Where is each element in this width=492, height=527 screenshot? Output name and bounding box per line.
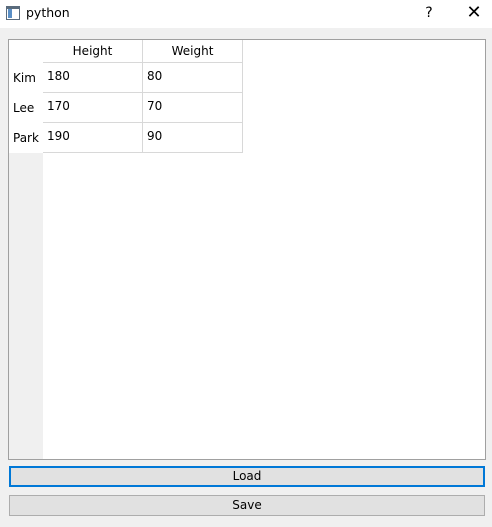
row-header-kim[interactable]: Kim <box>9 63 43 93</box>
save-button[interactable]: Save <box>9 495 485 516</box>
window-title: python <box>26 5 70 20</box>
close-button[interactable]: ✕ <box>462 3 486 23</box>
table-cell[interactable]: 170 <box>43 93 143 123</box>
title-bar: python ? ✕ <box>0 0 492 28</box>
table-widget[interactable]: Height Weight Kim Lee Park 180 80 170 70… <box>8 39 486 460</box>
help-button[interactable]: ? <box>418 3 440 23</box>
table-cell[interactable]: 90 <box>143 123 243 153</box>
app-window-icon <box>6 6 20 20</box>
table-cell[interactable]: 80 <box>143 63 243 93</box>
table-cell[interactable]: 70 <box>143 93 243 123</box>
row-header-lee[interactable]: Lee <box>9 93 43 123</box>
column-header-weight[interactable]: Weight <box>143 40 243 63</box>
row-header-park[interactable]: Park <box>9 123 43 153</box>
load-button[interactable]: Load <box>9 466 485 487</box>
table-corner-button[interactable] <box>9 40 43 63</box>
table-cell[interactable]: 180 <box>43 63 143 93</box>
table-cell[interactable]: 190 <box>43 123 143 153</box>
column-header-height[interactable]: Height <box>43 40 143 63</box>
